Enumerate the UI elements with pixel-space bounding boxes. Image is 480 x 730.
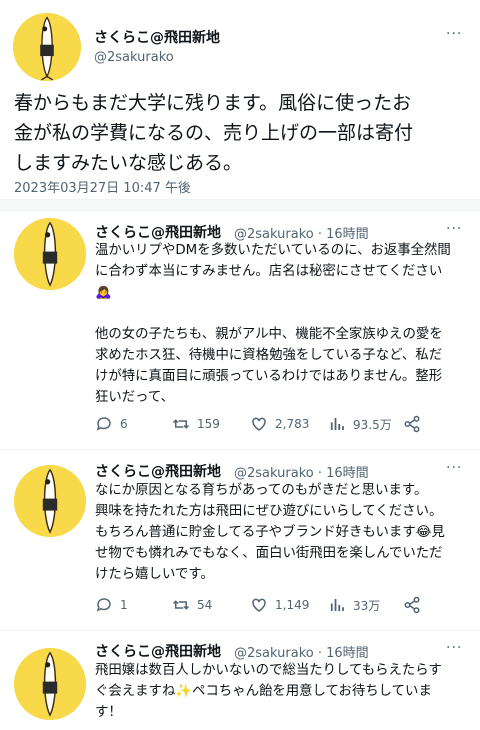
views-count: 93.5万 (353, 417, 392, 432)
retweet-button[interactable]: 54 (172, 596, 212, 614)
retweet-count: 159 (197, 417, 220, 431)
reply-button[interactable]: 6 (95, 415, 128, 433)
views-button[interactable]: 93.5万 (328, 415, 392, 433)
reply-count: 6 (120, 417, 128, 431)
more-options-icon[interactable]: ··· (446, 26, 462, 42)
share-button[interactable] (403, 415, 428, 433)
avatar-fish-icon (14, 465, 86, 537)
author-name[interactable]: さくらこ@飛田新地 (95, 222, 221, 242)
avatar-fish-icon (13, 13, 81, 81)
share-icon (404, 415, 420, 433)
more-options-icon[interactable]: ··· (446, 640, 462, 656)
reply-text: 飛田嬢は数百人しかいないので総当たりしてもらえたらす ぐ会えますね✨ペコちゃん飴… (95, 663, 442, 720)
retweet-count: 54 (197, 598, 213, 612)
avatar[interactable] (14, 648, 86, 720)
like-count: 1,149 (275, 598, 310, 612)
author-name[interactable]: さくらこ@飛田新地 (95, 641, 221, 661)
tweet-text: 春からもまだ大学に残ります。風俗に使ったお 金が私の学費になるの、売り上げの一部… (14, 92, 414, 174)
like-count: 2,783 (275, 417, 310, 431)
author-name[interactable]: さくらこ@飛田新地 (95, 461, 221, 481)
more-options-icon[interactable]: ··· (446, 460, 462, 476)
divider (0, 630, 480, 631)
retweet-icon (172, 600, 190, 610)
reply-button[interactable]: 1 (95, 596, 128, 614)
bar-chart-icon (330, 418, 344, 430)
comment-icon (96, 417, 111, 431)
avatar[interactable] (14, 218, 86, 290)
avatar[interactable] (14, 465, 86, 537)
views-count: 33万 (353, 598, 381, 613)
share-button[interactable] (403, 596, 428, 614)
author-handle[interactable]: @2sakurako (94, 50, 174, 65)
avatar-fish-icon (14, 648, 86, 720)
heart-icon (252, 598, 266, 612)
author-name[interactable]: さくらこ@飛田新地 (94, 27, 220, 47)
heart-icon (252, 417, 266, 431)
bar-chart-icon (330, 599, 344, 611)
section-divider (0, 199, 480, 211)
retweet-button[interactable]: 159 (172, 415, 220, 433)
more-options-icon[interactable]: ··· (446, 221, 462, 237)
comment-icon (96, 598, 111, 612)
reply-text: 温かいリプやDMを多数いただいているのに、お返事全然間 に合わず本当にすみません… (95, 243, 451, 405)
tweet-timestamp[interactable]: 2023年03月27日 10:47 午後 (14, 177, 191, 196)
author-meta[interactable]: @2sakurako · 16時間 (234, 642, 369, 661)
avatar[interactable] (13, 13, 81, 81)
reply-text: なにか原因となる育ちがあってのもがきだと思います。 興味を持たれた方は飛田にぜひ… (95, 483, 445, 582)
retweet-icon (172, 419, 190, 429)
views-button[interactable]: 33万 (328, 596, 380, 614)
divider (0, 449, 480, 450)
author-meta[interactable]: @2sakurako · 16時間 (234, 462, 369, 481)
share-icon (404, 596, 420, 614)
like-button[interactable]: 2,783 (250, 415, 309, 433)
reply-count: 1 (120, 598, 128, 612)
like-button[interactable]: 1,149 (250, 596, 309, 614)
avatar-fish-icon (14, 218, 86, 290)
